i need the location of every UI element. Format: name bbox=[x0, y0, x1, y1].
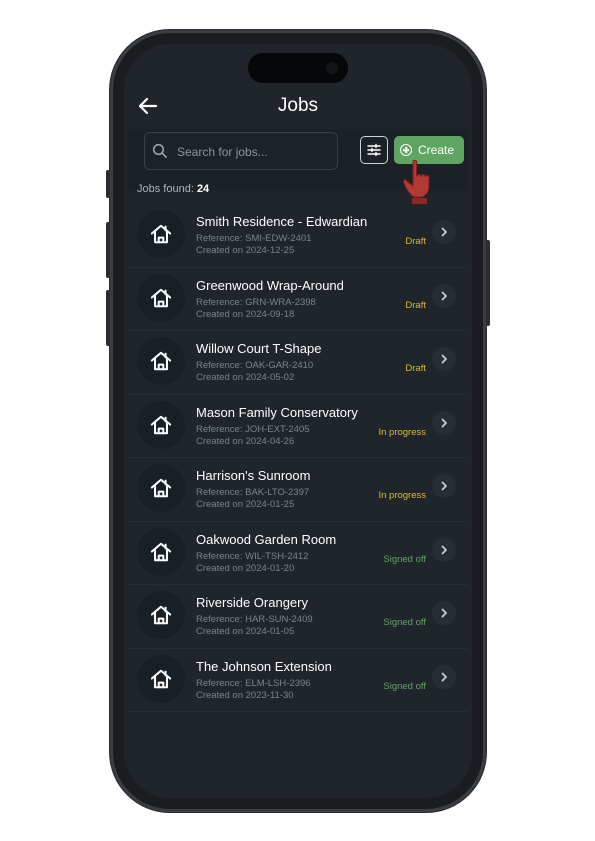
sliders-icon bbox=[367, 143, 381, 157]
row-open-button[interactable] bbox=[432, 664, 456, 689]
row-open-button[interactable] bbox=[432, 537, 456, 562]
house-icon bbox=[150, 605, 172, 625]
chevron-right-icon bbox=[441, 418, 447, 427]
job-name: Oakwood Garden Room bbox=[196, 531, 337, 547]
search-input[interactable] bbox=[175, 133, 337, 171]
dynamic-island bbox=[248, 53, 348, 83]
job-reference: Reference: ELM-LSH-2396 bbox=[196, 677, 311, 689]
job-status: Draft bbox=[405, 236, 426, 247]
job-created-date: Created on 2024-01-05 bbox=[196, 626, 295, 637]
page-title: Jobs bbox=[277, 95, 319, 116]
job-avatar bbox=[137, 210, 185, 258]
volume-down-button bbox=[106, 290, 110, 346]
job-name: Riverside Orangery bbox=[196, 595, 308, 610]
app-screen: Jobs Create Jobs found: 24 Smith bbox=[124, 44, 472, 798]
create-button-label: Create bbox=[418, 143, 455, 157]
job-row[interactable]: Harrison's Sunroom Reference: BAK-LTO-23… bbox=[128, 458, 468, 522]
job-status: Signed off bbox=[383, 680, 426, 692]
power-button bbox=[486, 240, 490, 326]
row-open-button[interactable] bbox=[432, 347, 456, 371]
search-box[interactable] bbox=[144, 132, 338, 171]
job-row[interactable]: Greenwood Wrap-Around Reference: GRN-WRA… bbox=[128, 268, 468, 331]
filter-button[interactable] bbox=[360, 136, 388, 164]
job-row[interactable]: Mason Family Conservatory Reference: JOH… bbox=[128, 395, 468, 458]
job-created-date: Created on 2024-12-25 bbox=[196, 245, 295, 256]
job-reference: Reference: JOH-EXT-2405 bbox=[196, 423, 310, 435]
job-created-date: Created on 2024-01-25 bbox=[196, 499, 295, 510]
chevron-right-icon bbox=[441, 672, 447, 681]
job-name: Harrison's Sunroom bbox=[196, 468, 311, 483]
job-created-date: Created on 2023-11-30 bbox=[196, 689, 294, 701]
plus-circle-icon bbox=[400, 144, 412, 156]
jobs-found-summary: Jobs found: 24 bbox=[137, 183, 209, 195]
job-reference: Reference: SMI-EDW-2401 bbox=[196, 233, 312, 244]
row-open-button[interactable] bbox=[432, 474, 456, 498]
search-icon bbox=[152, 143, 167, 158]
house-icon bbox=[150, 224, 172, 244]
job-name: Smith Residence - Edwardian bbox=[196, 214, 368, 229]
job-avatar bbox=[137, 400, 185, 449]
job-created-date: Created on 2024-09-18 bbox=[196, 308, 295, 320]
job-reference: Reference: BAK-LTO-2397 bbox=[196, 487, 310, 498]
chevron-right-icon bbox=[441, 545, 447, 554]
job-avatar bbox=[137, 654, 185, 703]
house-icon bbox=[150, 415, 172, 434]
house-icon bbox=[150, 542, 172, 561]
house-icon bbox=[150, 478, 172, 498]
chevron-right-icon bbox=[441, 481, 447, 491]
job-status: In progress bbox=[378, 490, 426, 501]
house-icon bbox=[150, 351, 172, 371]
job-created-date: Created on 2024-05-02 bbox=[196, 372, 295, 383]
job-avatar bbox=[137, 273, 185, 322]
job-name: Willow Court T-Shape bbox=[196, 341, 322, 356]
jobs-found-label: Jobs found: bbox=[137, 183, 194, 195]
job-avatar bbox=[137, 527, 185, 576]
job-row[interactable]: The Johnson Extension Reference: ELM-LSH… bbox=[128, 649, 468, 712]
volume-up-button bbox=[106, 222, 110, 278]
job-status: Signed off bbox=[383, 617, 426, 628]
job-reference: Reference: HAR-SUN-2409 bbox=[196, 614, 313, 625]
chevron-right-icon bbox=[441, 291, 447, 300]
row-open-button[interactable] bbox=[432, 283, 456, 308]
job-name: The Johnson Extension bbox=[196, 658, 332, 674]
job-avatar bbox=[137, 464, 185, 512]
job-reference: Reference: OAK-GAR-2410 bbox=[196, 360, 314, 371]
mute-switch bbox=[106, 170, 110, 198]
chevron-right-icon bbox=[441, 354, 447, 364]
row-open-button[interactable] bbox=[432, 220, 456, 244]
job-name: Greenwood Wrap-Around bbox=[196, 277, 344, 293]
job-reference: Reference: GRN-WRA-2398 bbox=[196, 296, 316, 308]
job-status: Draft bbox=[405, 363, 426, 374]
house-icon bbox=[150, 669, 172, 688]
job-avatar bbox=[137, 591, 185, 639]
job-row[interactable]: Riverside Orangery Reference: HAR-SUN-24… bbox=[128, 585, 468, 649]
job-status: In progress bbox=[378, 426, 426, 438]
job-list: Smith Residence - Edwardian Reference: S… bbox=[128, 204, 468, 712]
job-row[interactable]: Oakwood Garden Room Reference: WIL-TSH-2… bbox=[128, 522, 468, 585]
job-avatar bbox=[137, 337, 185, 385]
row-open-button[interactable] bbox=[432, 601, 456, 625]
row-open-button[interactable] bbox=[432, 410, 456, 435]
tap-hand-icon bbox=[402, 159, 430, 204]
job-row[interactable]: Willow Court T-Shape Reference: OAK-GAR-… bbox=[128, 331, 468, 395]
job-status: Draft bbox=[405, 299, 426, 311]
chevron-right-icon bbox=[441, 608, 447, 618]
job-created-date: Created on 2024-01-20 bbox=[196, 562, 295, 574]
job-name: Mason Family Conservatory bbox=[196, 404, 358, 420]
front-camera bbox=[326, 62, 338, 74]
jobs-found-count: 24 bbox=[196, 183, 210, 195]
job-status: Signed off bbox=[383, 553, 426, 565]
job-row[interactable]: Smith Residence - Edwardian Reference: S… bbox=[128, 204, 468, 268]
house-icon bbox=[150, 288, 172, 307]
job-reference: Reference: WIL-TSH-2412 bbox=[196, 550, 309, 562]
job-created-date: Created on 2024-04-26 bbox=[196, 435, 295, 447]
chevron-right-icon bbox=[441, 227, 447, 237]
